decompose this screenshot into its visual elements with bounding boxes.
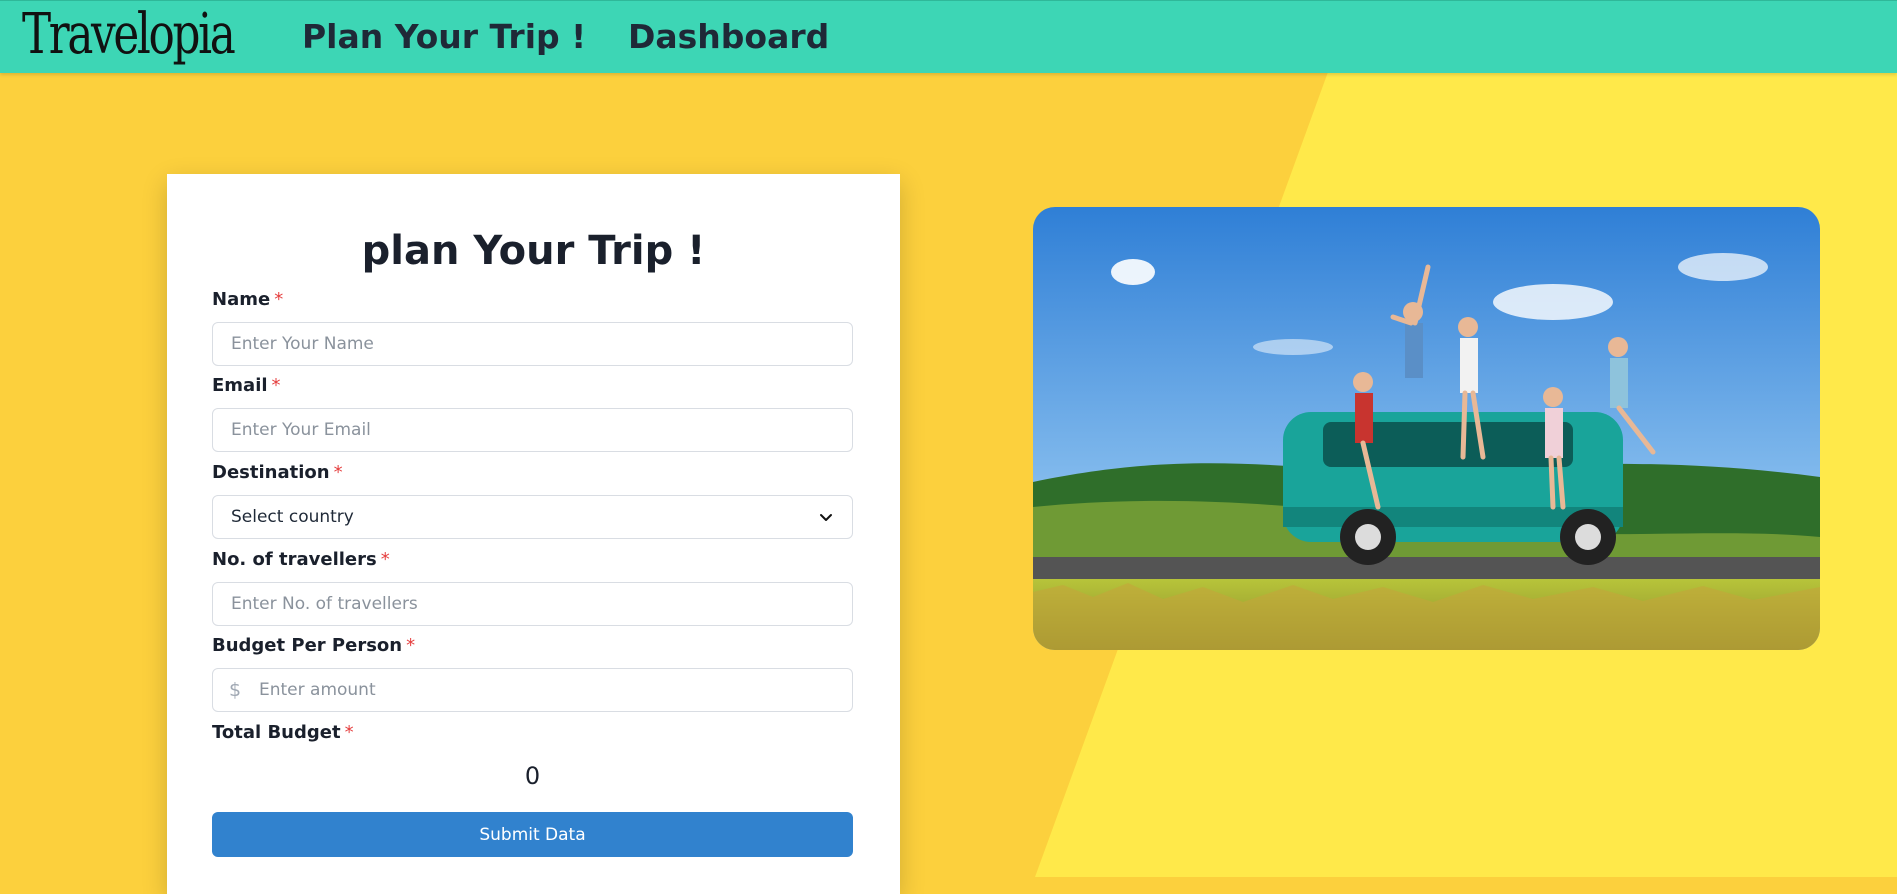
- travellers-input[interactable]: [212, 582, 853, 626]
- destination-selected-value: Select country: [231, 507, 354, 527]
- budget-label: Budget Per Person *: [212, 635, 415, 657]
- email-label: Email *: [212, 375, 281, 397]
- name-label-text: Name: [212, 289, 271, 310]
- chevron-down-icon: [820, 514, 832, 521]
- navbar: Travelopia Plan Your Trip ! Dashboard: [0, 0, 1897, 73]
- total-budget-label-text: Total Budget: [212, 722, 341, 743]
- destination-label-text: Destination: [212, 462, 330, 483]
- required-mark: *: [406, 635, 416, 656]
- required-mark: *: [344, 722, 354, 743]
- name-label: Name *: [212, 289, 283, 311]
- budget-label-text: Budget Per Person: [212, 635, 403, 656]
- form-title: plan Your Trip !: [361, 228, 706, 274]
- logo[interactable]: Travelopia: [22, 3, 236, 67]
- required-mark: *: [380, 549, 390, 570]
- budget-input[interactable]: [212, 668, 853, 712]
- required-mark: *: [271, 375, 281, 396]
- travellers-label: No. of travellers *: [212, 549, 390, 571]
- name-input[interactable]: [212, 322, 853, 366]
- total-budget-value: 0: [524, 762, 541, 790]
- dollar-icon: $: [229, 679, 242, 701]
- travel-photo-icon: [1033, 207, 1820, 650]
- required-mark: *: [274, 289, 284, 310]
- email-label-text: Email: [212, 375, 268, 396]
- hero-photo: [1033, 207, 1820, 650]
- total-budget-label: Total Budget *: [212, 722, 354, 744]
- nav-link-dashboard[interactable]: Dashboard: [628, 17, 829, 57]
- required-mark: *: [333, 462, 343, 483]
- trip-form-card: plan Your Trip ! Name* Email* Destinatio…: [167, 174, 900, 894]
- nav-link-plan-trip[interactable]: Plan Your Trip !: [302, 17, 586, 57]
- travellers-label-text: No. of travellers: [212, 549, 377, 570]
- destination-label: Destination *: [212, 462, 343, 484]
- submit-button[interactable]: Submit Data: [212, 812, 853, 857]
- email-input[interactable]: [212, 408, 853, 452]
- destination-select[interactable]: Select country: [212, 495, 853, 539]
